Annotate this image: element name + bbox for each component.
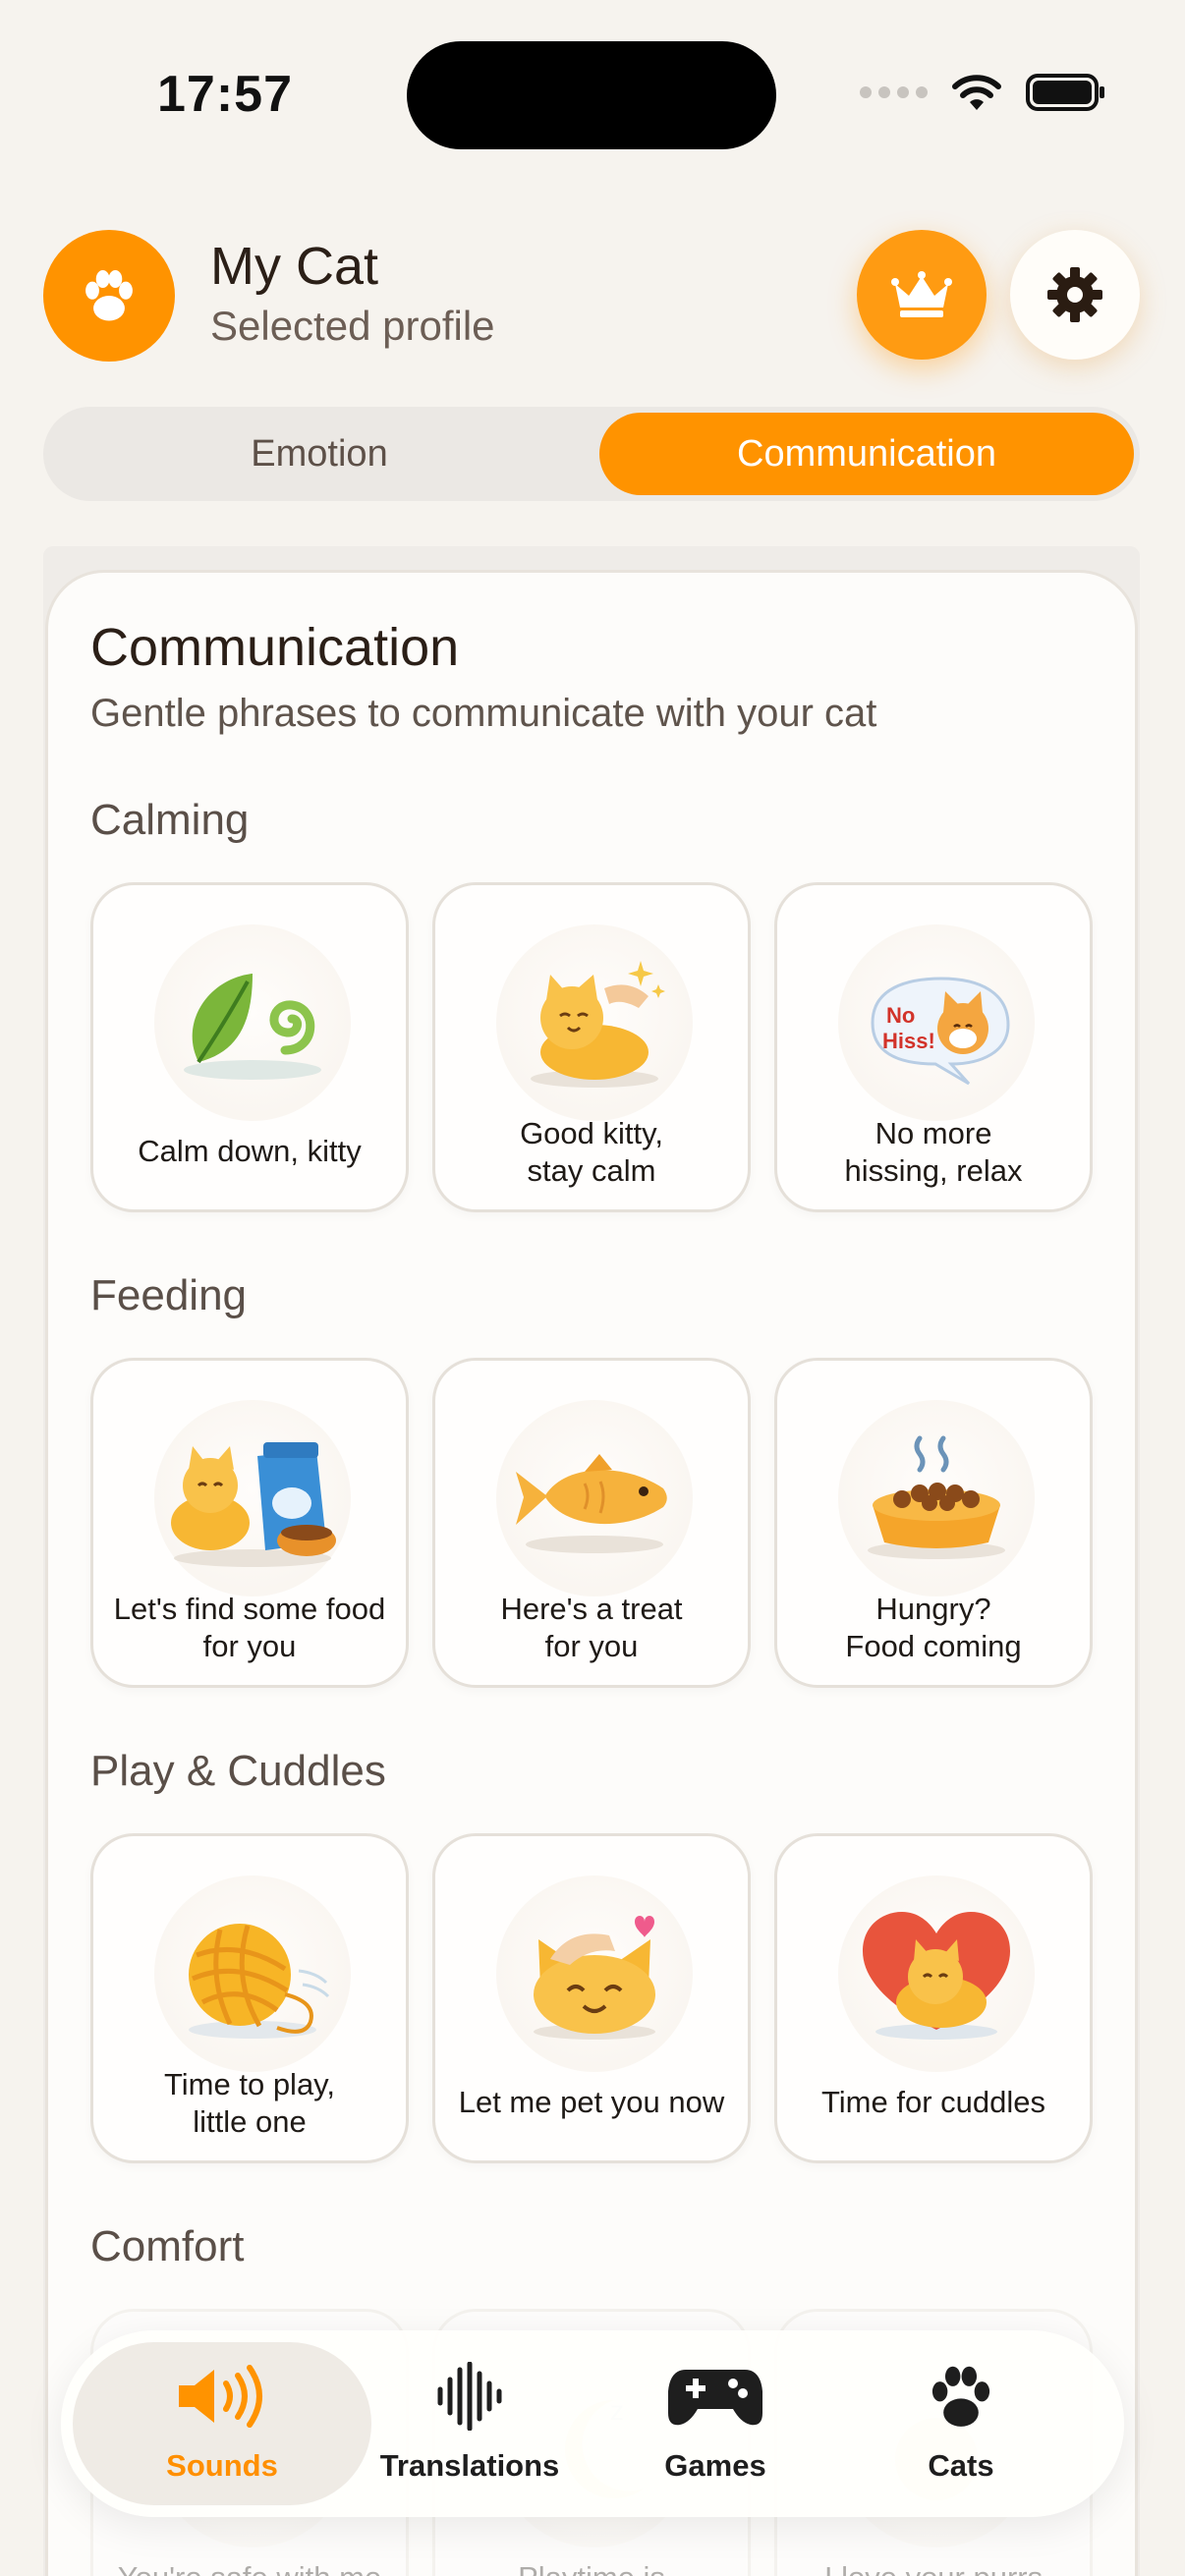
phrase-tile[interactable]: Let me pet you now [432,1833,751,2163]
tab-communication[interactable]: Communication [599,413,1134,495]
no-hiss-bubble-icon: No Hiss! [838,924,1035,1121]
fish-treat-icon [496,1400,693,1596]
phrase-label: Time to play, little one [164,2067,335,2139]
svg-text:No: No [886,1003,915,1028]
phrase-tile[interactable]: No Hiss! No more hissing, relax [774,882,1093,1212]
paw-icon [85,269,133,321]
paw-icon [924,2354,998,2438]
phrase-tile[interactable]: Good kitty, stay calm [432,882,751,1212]
wifi-icon [952,75,1001,110]
dynamic-island [407,41,776,149]
profile-subtitle: Selected profile [210,303,495,349]
tab-label: Translations [379,2448,560,2483]
status-time: 17:57 [157,66,293,123]
phrase-tile[interactable]: Here's a treat for you [432,1358,751,1688]
phrase-label: Let me pet you now [458,2085,725,2119]
phrase-label: No more hissing, relax [844,1116,1023,1188]
phrase-label: Hungry? Food coming [845,1592,1022,1663]
phrase-label: Playtime is [445,2559,738,2576]
gear-icon [1047,267,1102,322]
tab-cats[interactable]: Cats [838,2354,1084,2501]
battery-icon [1026,74,1104,111]
section-title-feeding: Feeding [90,1271,248,1319]
tab-emotion[interactable]: Emotion [49,413,590,495]
section-title-play-cuddles: Play & Cuddles [90,1747,386,1795]
phrase-label: Time for cuddles [821,2085,1045,2119]
profile-name: My Cat [210,237,379,296]
leaf-icon [154,924,351,1121]
tab-games[interactable]: Games [592,2354,838,2501]
phrase-tile[interactable]: Hungry? Food coming [774,1358,1093,1688]
phrase-label: Let's find some food for you [113,1592,386,1663]
phrase-label: You're safe with me [103,2559,396,2576]
speaker-icon [173,2354,271,2438]
bottom-tab-bar: Sounds Translations Games Cats [61,2330,1124,2517]
mode-segmented-control: Emotion Communication [43,407,1140,501]
cellular-signal-icon [860,86,928,98]
phrase-tile[interactable]: Time to play, little one [90,1833,409,2163]
screen: 17:57 My Cat Selected profile Emotion Co… [0,0,1185,2576]
status-icons [860,73,1106,112]
tab-label: Games [664,2448,766,2483]
sparkle-cat-icon [496,924,693,1121]
phrase-label: Good kitty, stay calm [520,1116,663,1188]
premium-button[interactable] [857,230,987,360]
phrase-label: Calm down, kitty [138,1134,362,1168]
tab-label: Sounds [166,2448,278,2483]
profile-avatar[interactable] [43,230,175,362]
card-title: Communication [90,618,460,677]
tab-sounds[interactable]: Sounds [99,2354,345,2501]
section-title-calming: Calming [90,796,250,844]
yarn-ball-icon [154,1876,351,2072]
phrase-tile[interactable]: Calm down, kitty [90,882,409,1212]
phrase-label: I love your purrs [787,2559,1080,2576]
card-subtitle: Gentle phrases to communicate with your … [90,692,877,735]
phrase-label: Here's a treat for you [500,1592,683,1663]
settings-button[interactable] [1010,230,1140,360]
cat-food-bag-icon [154,1400,351,1596]
waveform-icon [435,2354,504,2438]
gamepad-icon [666,2354,764,2438]
tab-label: Cats [928,2448,994,2483]
phrase-tile[interactable]: Time for cuddles [774,1833,1093,2163]
svg-text:Hiss!: Hiss! [882,1029,935,1053]
crown-icon [891,271,952,317]
tab-translations[interactable]: Translations [347,2354,592,2501]
food-bowl-icon [838,1400,1035,1596]
phrase-tile[interactable]: Let's find some food for you [90,1358,409,1688]
petting-cat-icon [496,1876,693,2072]
section-title-comfort: Comfort [90,2222,245,2270]
heart-cat-icon [838,1876,1035,2072]
